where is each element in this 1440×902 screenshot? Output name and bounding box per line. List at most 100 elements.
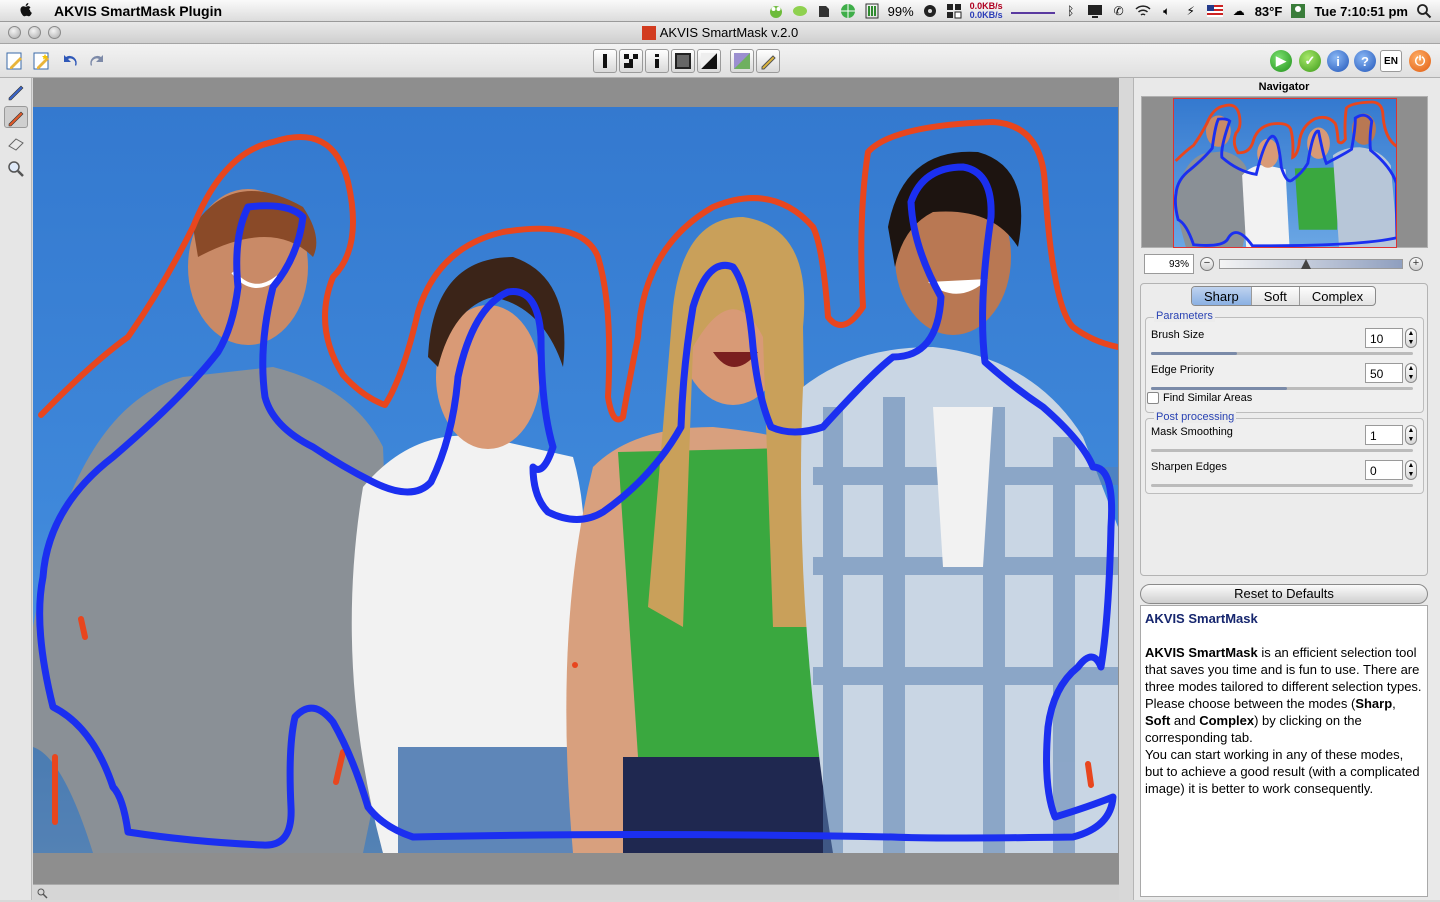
tab-sharp[interactable]: Sharp <box>1192 287 1252 305</box>
status-bar <box>33 884 1119 900</box>
brush-size-input[interactable]: 10 <box>1365 328 1403 348</box>
view-mask-icon[interactable] <box>697 49 721 73</box>
redo-icon[interactable] <box>85 49 109 73</box>
brush-size-label: Brush Size <box>1151 329 1205 341</box>
network-meter: 0.0KB/s 0.0KB/s <box>969 1 1003 20</box>
brush-size-row: Brush Size 10 ▲ ▼ <box>1151 324 1421 358</box>
menu-bar: AKVIS SmartMask Plugin 99% 0.0KB/s 0.0KB/… <box>0 0 1440 22</box>
help-icon[interactable]: ? <box>1354 50 1376 72</box>
app-menu[interactable]: AKVIS SmartMask Plugin <box>54 3 222 19</box>
globe-icon[interactable] <box>840 3 856 19</box>
apple-menu-icon[interactable] <box>20 2 34 19</box>
battery-icon[interactable] <box>864 3 880 19</box>
save-mask-icon[interactable] <box>30 49 54 73</box>
wifi-icon[interactable] <box>1135 3 1151 19</box>
zoom-out-icon[interactable]: − <box>1200 257 1214 271</box>
run-icon[interactable]: ▶ <box>1270 50 1292 72</box>
edge-priority-row: Edge Priority 50 ▲ ▼ <box>1151 359 1421 393</box>
phone-icon[interactable]: ✆ <box>1111 3 1127 19</box>
parameters-title: Parameters <box>1154 310 1215 322</box>
status-tray: 99% 0.0KB/s 0.0KB/s ᛒ ✆ 🔈︎ ⚡︎ ☁ 83°F Tue … <box>768 0 1432 22</box>
zoom-tool-icon[interactable] <box>4 158 28 180</box>
navigator-title: Navigator <box>1258 81 1310 93</box>
checkbox-box[interactable] <box>1147 392 1159 404</box>
frog-icon[interactable] <box>768 3 784 19</box>
zoom-input[interactable]: 93% <box>1144 254 1194 274</box>
edge-priority-stepper[interactable]: ▲ ▼ <box>1405 363 1417 383</box>
window-title: AKVIS SmartMask v.2.0 <box>0 25 1440 40</box>
sharpen-edges-input[interactable]: 0 <box>1365 460 1403 480</box>
brush-size-stepper[interactable]: ▲ ▼ <box>1405 328 1417 348</box>
power-icon[interactable]: ⚡︎ <box>1183 3 1199 19</box>
photo-preview[interactable] <box>33 107 1118 853</box>
window-titlebar: AKVIS SmartMask v.2.0 <box>0 22 1440 44</box>
edge-priority-input[interactable]: 50 <box>1365 363 1403 383</box>
battery-percent: 99% <box>887 3 914 19</box>
settings-panel: Navigator 93% − + Sharp Soft Complex Par… <box>1133 78 1440 900</box>
mask-smoothing-input[interactable]: 1 <box>1365 425 1403 445</box>
clock[interactable]: Tue 7:10:51 pm <box>1314 4 1408 19</box>
mode-tabs: Sharp Soft Complex <box>1191 286 1377 306</box>
mask-smoothing-row: Mask Smoothing 1 ▲ ▼ <box>1151 421 1421 455</box>
power-off-icon[interactable]: ⏻ <box>1409 50 1431 72</box>
temperature[interactable]: 83°F <box>1255 4 1283 19</box>
undo-icon[interactable] <box>58 49 82 73</box>
sharpen-edges-row: Sharpen Edges 0 ▲ ▼ <box>1151 456 1421 490</box>
view-black-icon[interactable] <box>671 49 695 73</box>
mode-settings: Sharp Soft Complex Parameters Brush Size… <box>1140 283 1428 576</box>
view-info-icon[interactable] <box>593 49 617 73</box>
navigator-window[interactable] <box>1141 96 1428 248</box>
weather-icon[interactable]: ☁ <box>1231 3 1247 19</box>
main-toolbar: ▶ ✓ i ? EN ⏻ <box>0 44 1440 78</box>
tool-strip <box>0 78 32 900</box>
disk-icon[interactable] <box>922 3 938 19</box>
reset-to-defaults-button[interactable]: Reset to Defaults <box>1140 584 1428 604</box>
sharpen-edges-label: Sharpen Edges <box>1151 461 1227 473</box>
open-image-icon[interactable] <box>3 49 27 73</box>
edge-priority-slider[interactable] <box>1151 387 1413 390</box>
help-panel: AKVIS SmartMask AKVIS SmartMask is an ef… <box>1140 605 1428 897</box>
mask-smoothing-label: Mask Smoothing <box>1151 426 1233 438</box>
sharpen-edges-stepper[interactable]: ▲ ▼ <box>1405 460 1417 480</box>
user-icon[interactable] <box>1290 3 1306 19</box>
edge-priority-label: Edge Priority <box>1151 364 1214 376</box>
spotlight-icon[interactable] <box>1416 3 1432 19</box>
mask-smoothing-stepper[interactable]: ▲ ▼ <box>1405 425 1417 445</box>
help-paragraph-1: AKVIS SmartMask is an efficient selectio… <box>1145 645 1422 745</box>
mask-smoothing-slider[interactable] <box>1151 449 1413 452</box>
help-title: AKVIS SmartMask <box>1145 611 1258 626</box>
view-white-icon[interactable] <box>645 49 669 73</box>
tab-soft[interactable]: Soft <box>1252 287 1300 305</box>
display-icon[interactable] <box>1087 3 1103 19</box>
spaces-icon[interactable] <box>946 3 962 19</box>
find-similar-areas-label: Find Similar Areas <box>1163 392 1253 404</box>
navigator-thumbnail[interactable] <box>1173 98 1397 248</box>
blue-pencil-icon[interactable] <box>4 80 28 102</box>
akvis-logo-icon <box>641 25 656 40</box>
apply-icon[interactable]: ✓ <box>1299 50 1321 72</box>
zoom-slider-knob[interactable] <box>1300 259 1311 269</box>
evernote-icon[interactable] <box>816 3 832 19</box>
zoom-in-icon[interactable]: + <box>1409 257 1423 271</box>
eraser-icon[interactable] <box>4 132 28 154</box>
volume-icon[interactable]: 🔈︎ <box>1159 3 1175 19</box>
color-fill-icon[interactable] <box>730 49 754 73</box>
language-button[interactable]: EN <box>1380 50 1402 72</box>
bluetooth-icon[interactable]: ᛒ <box>1063 3 1079 19</box>
sharpen-edges-slider[interactable] <box>1151 484 1413 487</box>
post-processing-group: Post processing Mask Smoothing 1 ▲ ▼ Shar… <box>1145 411 1424 494</box>
image-canvas[interactable] <box>33 78 1119 884</box>
chat-icon[interactable] <box>792 3 808 19</box>
info-icon[interactable]: i <box>1327 50 1349 72</box>
zoom-slider[interactable] <box>1219 259 1403 269</box>
pencil-color-icon[interactable] <box>756 49 780 73</box>
zoom-row: 93% − + <box>1141 253 1428 275</box>
view-checker-icon[interactable] <box>619 49 643 73</box>
help-paragraph-2: You can start working in any of these mo… <box>1145 747 1420 796</box>
us-flag-icon[interactable] <box>1206 3 1223 19</box>
find-similar-areas-checkbox[interactable]: Find Similar Areas <box>1147 392 1252 404</box>
red-pencil-icon[interactable] <box>4 106 28 128</box>
brush-size-slider[interactable] <box>1151 352 1413 355</box>
tab-complex[interactable]: Complex <box>1300 287 1375 305</box>
network-graph-icon <box>1010 3 1055 19</box>
